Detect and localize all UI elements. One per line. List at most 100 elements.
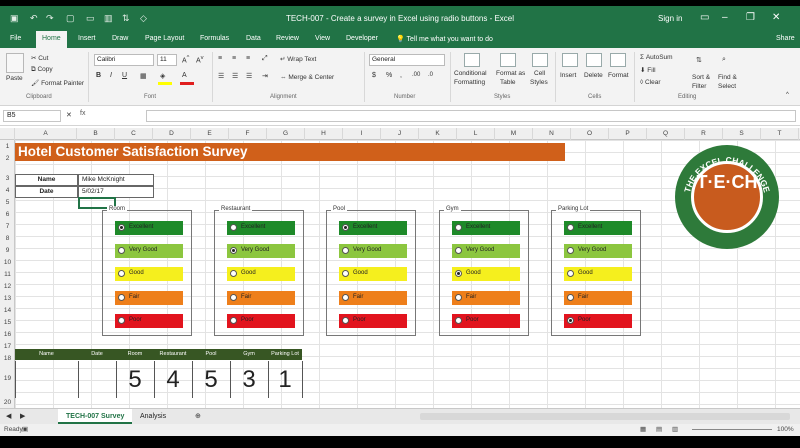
row-header[interactable]: 2 — [0, 155, 15, 162]
column-header[interactable]: H — [305, 128, 343, 140]
wrap-text-button[interactable]: ↵ Wrap Text — [280, 55, 316, 63]
column-header[interactable]: I — [343, 128, 381, 140]
format-cells-icon[interactable] — [610, 53, 626, 67]
radio-option[interactable]: Fair — [227, 291, 295, 305]
summary-value-cell[interactable]: 3 — [230, 361, 268, 398]
magnifier-icon[interactable]: ⌕ — [722, 56, 726, 64]
radio-option[interactable]: Excellent — [339, 221, 407, 235]
row-header[interactable]: 10 — [0, 259, 15, 266]
restore-icon[interactable]: ❐ — [746, 12, 755, 23]
radio-option[interactable]: Poor — [452, 314, 520, 328]
tab-developer[interactable]: Developer — [346, 35, 378, 42]
radio-option[interactable]: Very Good — [564, 244, 632, 258]
radio-button-icon[interactable] — [455, 294, 462, 301]
column-header[interactable]: L — [457, 128, 495, 140]
column-header[interactable]: T — [761, 128, 799, 140]
tab-draw[interactable]: Draw — [112, 35, 128, 42]
radio-option[interactable]: Excellent — [115, 221, 183, 235]
align-bottom-icon[interactable]: ≡ — [246, 55, 250, 62]
name-label-cell[interactable]: Name — [15, 174, 78, 186]
row-header[interactable]: 9 — [0, 247, 15, 254]
row-header[interactable]: 1 — [0, 143, 15, 150]
radio-option[interactable]: Excellent — [452, 221, 520, 235]
row-header[interactable]: 14 — [0, 307, 15, 314]
radio-button-icon[interactable] — [567, 317, 574, 324]
radio-button-icon[interactable] — [230, 294, 237, 301]
radio-button-icon[interactable] — [342, 270, 349, 277]
tell-me-search[interactable]: 💡 Tell me what you want to do — [396, 35, 493, 43]
sort-filter-label[interactable]: Sort & — [692, 74, 710, 81]
insert-label[interactable]: Insert — [560, 72, 576, 79]
copy-button[interactable]: ⧉ Copy — [31, 66, 53, 74]
cut-button[interactable]: ✂ Cut — [31, 54, 48, 62]
filter-label[interactable]: Filter — [692, 83, 706, 90]
cell-label[interactable]: Cell — [534, 70, 545, 77]
page-break-view-icon[interactable]: ▥ — [672, 425, 678, 433]
tab-page-layout[interactable]: Page Layout — [145, 35, 184, 42]
cancel-icon[interactable]: ✕ — [66, 111, 72, 119]
borders-icon[interactable]: ▦ — [140, 72, 147, 80]
column-header[interactable]: C — [115, 128, 153, 140]
column-header[interactable]: G — [267, 128, 305, 140]
decrease-decimal-icon[interactable]: .0 — [428, 72, 433, 78]
radio-button-icon[interactable] — [118, 270, 125, 277]
radio-option[interactable]: Very Good — [339, 244, 407, 258]
align-middle-icon[interactable]: ≡ — [232, 55, 236, 62]
radio-option[interactable]: Poor — [339, 314, 407, 328]
normal-view-icon[interactable]: ▦ — [640, 425, 646, 433]
row-header[interactable]: 13 — [0, 295, 15, 302]
column-header[interactable]: P — [609, 128, 647, 140]
tab-data[interactable]: Data — [246, 35, 261, 42]
orientation-icon[interactable]: ⤢ — [262, 55, 268, 63]
radio-button-icon[interactable] — [567, 294, 574, 301]
summary-value-cell[interactable] — [78, 361, 116, 398]
font-color-icon[interactable]: A — [182, 72, 187, 79]
tab-view[interactable]: View — [315, 35, 330, 42]
row-header[interactable]: 19 — [0, 375, 15, 382]
radio-button-icon[interactable] — [455, 317, 462, 324]
merge-center-button[interactable]: ⇔ Merge & Center — [280, 74, 334, 81]
summary-value-cell[interactable]: 5 — [116, 361, 154, 398]
radio-option[interactable]: Fair — [339, 291, 407, 305]
summary-value-cell[interactable] — [15, 361, 78, 398]
radio-option[interactable]: Poor — [115, 314, 183, 328]
column-header[interactable]: N — [533, 128, 571, 140]
comma-icon[interactable]: , — [400, 72, 402, 79]
radio-option[interactable]: Fair — [564, 291, 632, 305]
radio-option[interactable]: Very Good — [452, 244, 520, 258]
column-header[interactable]: K — [419, 128, 457, 140]
radio-button-icon[interactable] — [230, 247, 237, 254]
delete-cells-icon[interactable] — [586, 53, 602, 67]
tab-home[interactable]: Home — [36, 31, 67, 48]
column-header[interactable]: D — [153, 128, 191, 140]
radio-option[interactable]: Poor — [227, 314, 295, 328]
find-select-label[interactable]: Find & — [718, 74, 737, 81]
cell-styles-icon[interactable] — [532, 53, 548, 67]
survey-title[interactable]: Hotel Customer Satisfaction Survey — [15, 143, 565, 161]
column-header[interactable]: B — [77, 128, 115, 140]
number-format-select[interactable]: General — [369, 54, 445, 66]
column-header[interactable]: E — [191, 128, 229, 140]
format-label[interactable]: Format — [608, 72, 629, 79]
sort-filter-icon[interactable]: ⇅ — [696, 56, 702, 64]
insert-cells-icon[interactable] — [562, 53, 578, 67]
radio-option[interactable]: Fair — [115, 291, 183, 305]
fill-color-icon[interactable]: ◈ — [160, 72, 165, 80]
radio-option[interactable]: Poor — [564, 314, 632, 328]
select-label[interactable]: Select — [718, 83, 736, 90]
delete-label[interactable]: Delete — [584, 72, 603, 79]
radio-button-icon[interactable] — [230, 270, 237, 277]
row-header[interactable]: 17 — [0, 343, 15, 350]
column-header[interactable]: O — [571, 128, 609, 140]
radio-button-icon[interactable] — [230, 317, 237, 324]
column-header[interactable]: A — [15, 128, 77, 140]
summary-header-cell[interactable]: Name — [15, 349, 78, 360]
column-header[interactable]: J — [381, 128, 419, 140]
radio-option[interactable]: Very Good — [227, 244, 295, 258]
radio-button-icon[interactable] — [567, 270, 574, 277]
column-header[interactable]: R — [685, 128, 723, 140]
summary-header-cell[interactable]: Restaurant — [154, 349, 192, 360]
ribbon-display-icon[interactable]: ▭ — [700, 12, 709, 23]
name-box[interactable]: B5 — [3, 110, 61, 122]
row-header[interactable]: 20 — [0, 399, 15, 406]
